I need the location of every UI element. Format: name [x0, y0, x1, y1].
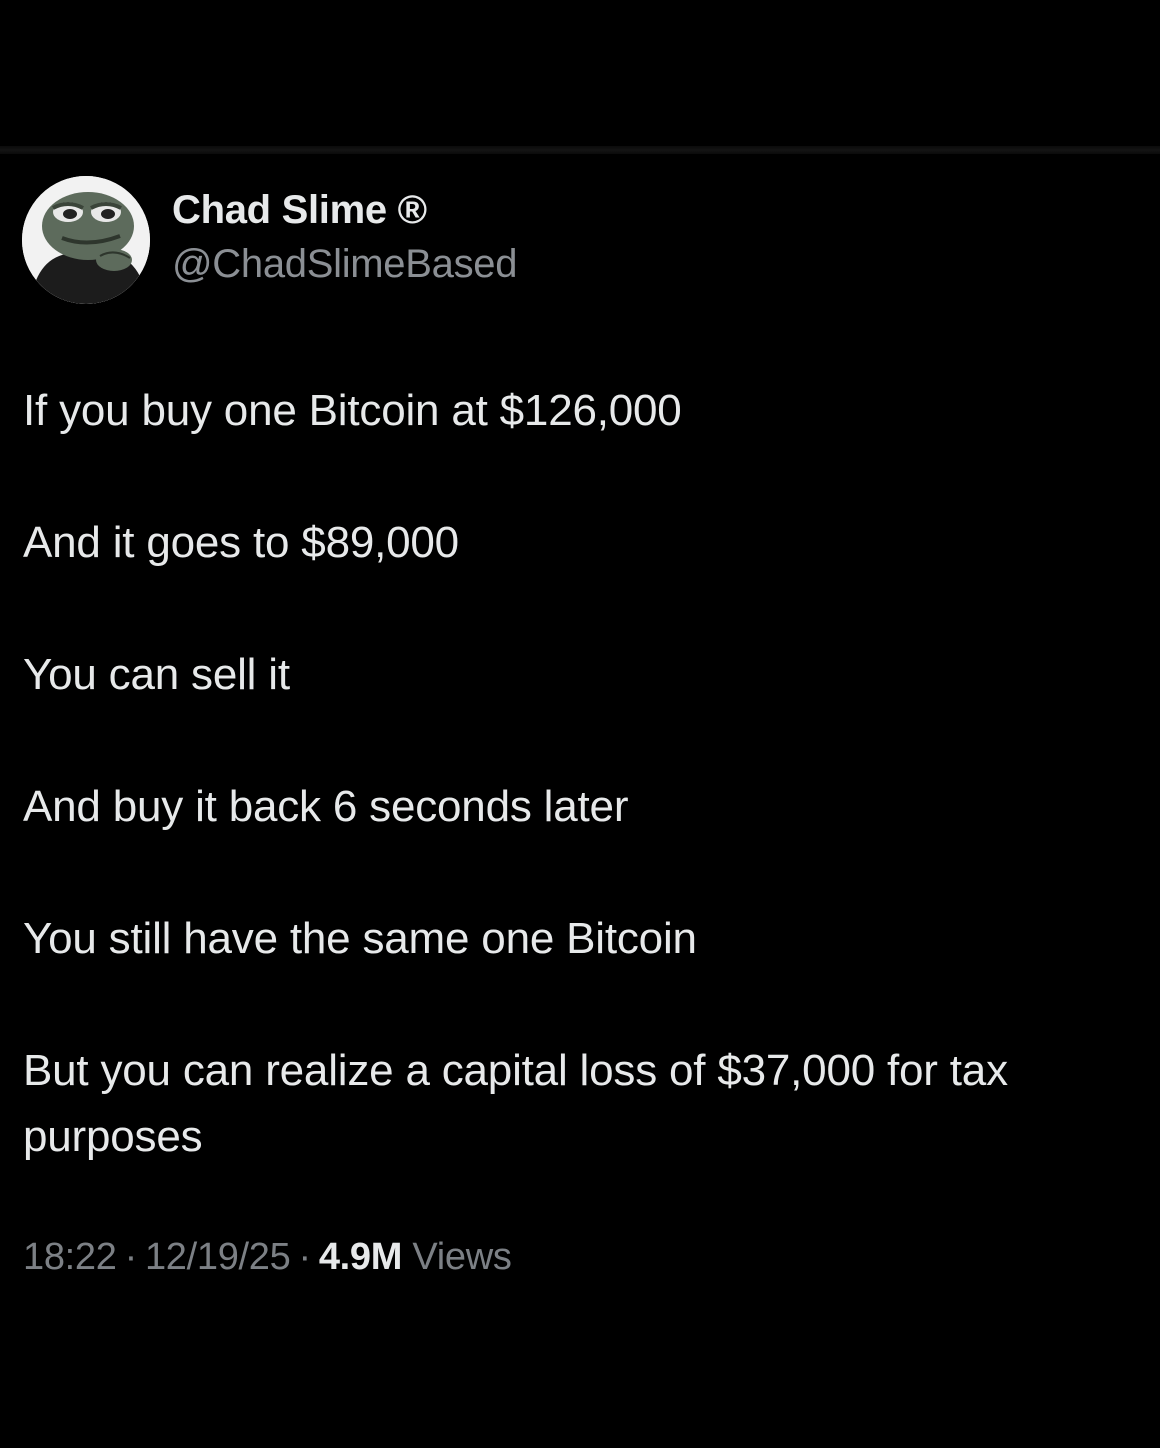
tweet-text: If you buy one Bitcoin at $126,000 And i… [23, 378, 1143, 1170]
tweet-line: You can sell it [23, 650, 290, 699]
meta-separator: · [124, 1236, 138, 1278]
views-count[interactable]: 4.9M [319, 1236, 403, 1278]
tweet-card: Chad Slime ® @ChadSlimeBased If you buy … [0, 0, 1160, 1448]
meta-separator: · [298, 1236, 311, 1278]
avatar[interactable] [22, 176, 150, 304]
tweet-time[interactable]: 18:22 [23, 1236, 117, 1278]
tweet-line: If you buy one Bitcoin at $126,000 [23, 386, 682, 435]
tweet-line: You still have the same one Bitcoin [23, 914, 697, 963]
tweet-line: But you can realize a capital loss of $3… [23, 1046, 1008, 1161]
views-label: Views [412, 1236, 512, 1278]
tweet-line: And it goes to $89,000 [23, 518, 459, 567]
author-handle[interactable]: @ChadSlimeBased [172, 242, 517, 287]
tweet-line: And buy it back 6 seconds later [23, 782, 629, 831]
tweet-date[interactable]: 12/19/25 [145, 1236, 291, 1278]
tweet-meta: 18:22 · 12/19/25 · 4.9M Views [23, 1236, 512, 1279]
author-display-name[interactable]: Chad Slime ® [172, 188, 427, 233]
pepe-frog-avatar-icon [22, 176, 150, 304]
